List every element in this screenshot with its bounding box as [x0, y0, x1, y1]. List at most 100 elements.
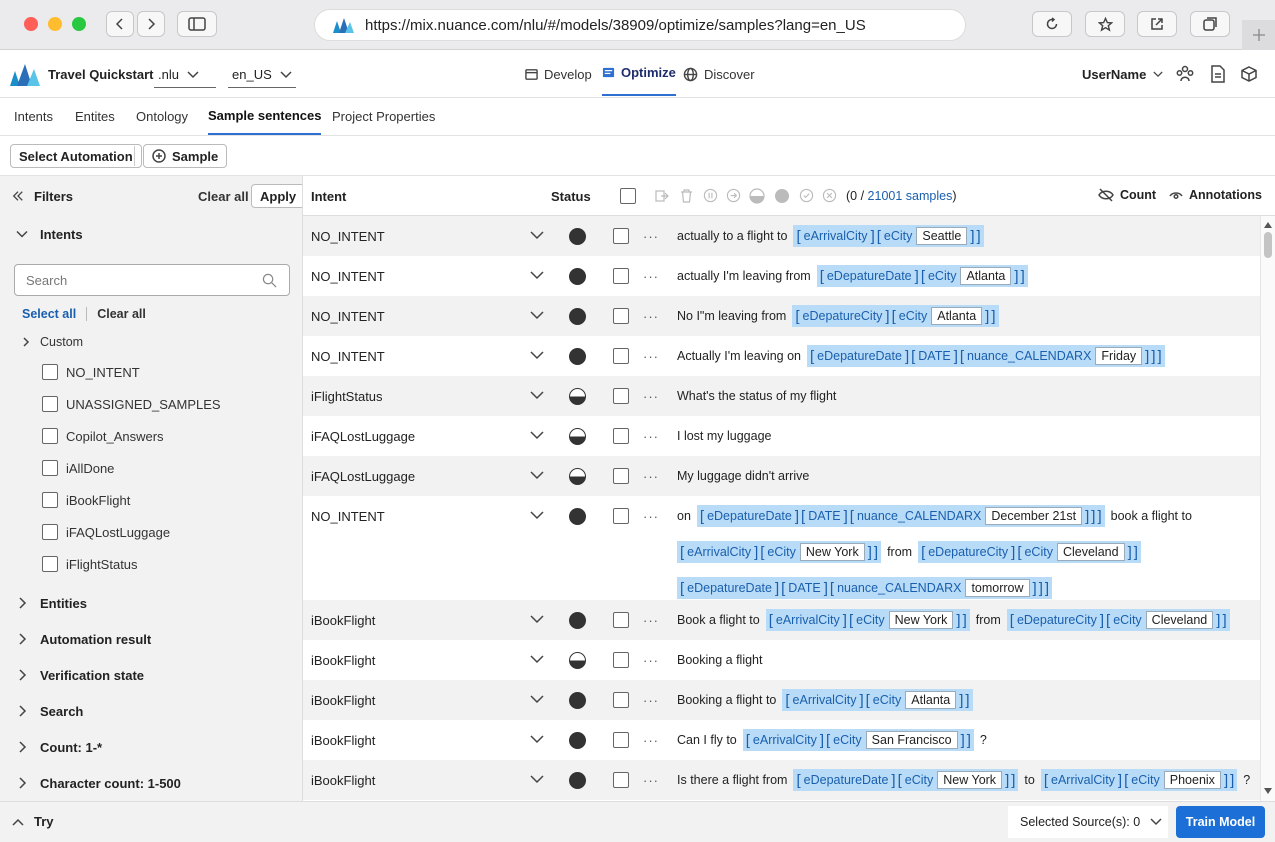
- table-row[interactable]: iBookFlight ··· Can I fly to[eArrivalCity]…: [303, 720, 1260, 760]
- filter-section-count[interactable]: Count: 1-*: [0, 729, 302, 765]
- selected-sources-select[interactable]: Selected Source(s): 0: [1008, 806, 1168, 838]
- intent-dropdown-toggle[interactable]: [530, 654, 544, 664]
- intent-dropdown-toggle[interactable]: [530, 430, 544, 440]
- row-menu-button[interactable]: ···: [643, 216, 659, 256]
- pause-circle-icon[interactable]: [703, 188, 718, 203]
- intent-option-unassigned-samples[interactable]: UNASSIGNED_SAMPLES: [42, 388, 221, 420]
- intent-option-copilot-answers[interactable]: Copilot_Answers: [42, 420, 164, 452]
- bookmark-button[interactable]: [1085, 11, 1125, 37]
- entity-annotation[interactable]: [eDepatureCity][eCity Cleveland]]: [918, 541, 1141, 563]
- intent-dropdown-toggle[interactable]: [530, 310, 544, 320]
- entity-annotation[interactable]: [eArrivalCity][eCity New York]]: [677, 541, 882, 563]
- entity-annotation[interactable]: [eArrivalCity][eCity New York]]: [765, 609, 970, 631]
- row-checkbox[interactable]: [613, 388, 629, 404]
- tabs-button[interactable]: [1190, 11, 1230, 37]
- entity-annotation[interactable]: [eDepatureDate][eCity New York]]: [793, 769, 1019, 791]
- reload-button[interactable]: [1032, 11, 1072, 37]
- intent-dropdown-toggle[interactable]: [530, 350, 544, 360]
- back-button[interactable]: [106, 11, 134, 37]
- row-menu-button[interactable]: ···: [643, 640, 659, 680]
- filter-section-search[interactable]: Search: [0, 693, 302, 729]
- intent-dropdown-toggle[interactable]: [530, 270, 544, 280]
- forward-button[interactable]: [137, 11, 165, 37]
- address-bar[interactable]: https://mix.nuance.com/nlu/#/models/3890…: [314, 9, 966, 41]
- row-checkbox[interactable]: [613, 228, 629, 244]
- entity-annotation[interactable]: [eDepatureDate][eCity Atlanta]]: [816, 265, 1028, 287]
- row-checkbox[interactable]: [613, 348, 629, 364]
- entity-annotation[interactable]: [eDepatureCity][eCity Cleveland]]: [1006, 609, 1230, 631]
- filter-section-entities[interactable]: Entities: [0, 585, 302, 621]
- scrollbar-thumb[interactable]: [1264, 232, 1272, 258]
- tab-ontology[interactable]: Ontology: [136, 98, 188, 135]
- minimize-window-button[interactable]: [48, 17, 62, 31]
- row-checkbox[interactable]: [613, 732, 629, 748]
- row-intent[interactable]: iFlightStatus: [311, 376, 383, 416]
- row-checkbox[interactable]: [613, 428, 629, 444]
- tab-sample-sentences[interactable]: Sample sentences: [208, 98, 322, 135]
- language-select[interactable]: en_US: [228, 62, 296, 88]
- row-intent[interactable]: iBookFlight: [311, 760, 375, 800]
- row-menu-button[interactable]: ···: [643, 376, 659, 416]
- entity-annotation[interactable]: [eArrivalCity][eCity Atlanta]]: [782, 689, 973, 711]
- entity-annotation[interactable]: [eDepatureDate][DATE][nuance_CALENDARX to…: [677, 577, 1053, 599]
- row-menu-button[interactable]: ···: [643, 680, 659, 720]
- clear-all-filters-button[interactable]: Clear all: [198, 189, 249, 204]
- row-menu-button[interactable]: ···: [643, 600, 659, 640]
- filter-section-intents[interactable]: Intents: [0, 216, 302, 252]
- intent-option-ibook-flight[interactable]: iBookFlight: [42, 484, 130, 516]
- row-checkbox[interactable]: [613, 692, 629, 708]
- intent-dropdown-toggle[interactable]: [530, 230, 544, 240]
- row-intent[interactable]: NO_INTENT: [311, 296, 385, 336]
- entity-annotation[interactable]: [eArrivalCity][eCity Phoenix]]: [1040, 769, 1238, 791]
- custom-group-toggle[interactable]: Custom: [22, 332, 83, 352]
- share-button[interactable]: [1137, 11, 1177, 37]
- row-checkbox[interactable]: [613, 612, 629, 628]
- intent-option-iall-done[interactable]: iAllDone: [42, 452, 114, 484]
- row-menu-button[interactable]: ···: [643, 416, 659, 456]
- x-circle-icon[interactable]: [822, 188, 837, 203]
- intent-dropdown-toggle[interactable]: [530, 734, 544, 744]
- entity-annotation[interactable]: [eDepatureDate][DATE][nuance_CALENDARX Fr…: [806, 345, 1165, 367]
- sidebar-toggle-button[interactable]: [177, 11, 217, 37]
- intent-dropdown-toggle[interactable]: [530, 470, 544, 480]
- row-checkbox[interactable]: [613, 772, 629, 788]
- table-row[interactable]: iFAQLostLuggage ··· I lost my luggage: [303, 416, 1260, 456]
- table-row[interactable]: NO_INTENT ··· No I"m leaving from[eDepatur…: [303, 296, 1260, 336]
- row-menu-button[interactable]: ···: [643, 720, 659, 760]
- nav-develop[interactable]: Develop: [525, 50, 592, 98]
- maximize-window-button[interactable]: [72, 17, 86, 31]
- team-icon[interactable]: [1175, 64, 1195, 84]
- table-row[interactable]: NO_INTENT ··· actually to a flight to[eArr…: [303, 216, 1260, 256]
- arrow-circle-icon[interactable]: [726, 188, 741, 203]
- scroll-up-icon[interactable]: [1264, 222, 1272, 228]
- checkbox[interactable]: [42, 556, 58, 572]
- checkbox[interactable]: [42, 428, 58, 444]
- row-intent[interactable]: NO_INTENT: [311, 496, 385, 536]
- table-row[interactable]: iFlightStatus ··· What's the status of my …: [303, 376, 1260, 416]
- check-circle-icon[interactable]: [799, 188, 814, 203]
- train-model-button[interactable]: Train Model: [1176, 806, 1265, 838]
- tab-intents[interactable]: Intents: [14, 98, 53, 135]
- table-row[interactable]: iFAQLostLuggage ··· My luggage didn't arri…: [303, 456, 1260, 496]
- entity-annotation[interactable]: [eDepatureDate][DATE][nuance_CALENDARX De…: [696, 505, 1105, 527]
- row-checkbox[interactable]: [613, 308, 629, 324]
- select-all-checkbox[interactable]: [620, 188, 636, 204]
- annotations-toggle[interactable]: Annotations: [1169, 188, 1262, 202]
- row-intent[interactable]: iBookFlight: [311, 640, 375, 680]
- filter-section-automation-result[interactable]: Automation result: [0, 621, 302, 657]
- vertical-scrollbar[interactable]: [1260, 216, 1275, 801]
- select-all-intents-link[interactable]: Select all: [22, 307, 76, 321]
- row-intent[interactable]: iBookFlight: [311, 680, 375, 720]
- row-menu-button[interactable]: ···: [643, 256, 659, 296]
- row-menu-button[interactable]: ···: [643, 336, 659, 376]
- add-sample-button[interactable]: Sample: [143, 144, 228, 168]
- filter-section-character-count[interactable]: Character count: 1-500: [0, 765, 302, 801]
- row-intent[interactable]: NO_INTENT: [311, 216, 385, 256]
- row-menu-button[interactable]: ···: [643, 296, 659, 336]
- move-icon[interactable]: [655, 189, 669, 203]
- try-panel-toggle[interactable]: Try: [12, 814, 54, 829]
- tab-entities[interactable]: Entites: [75, 98, 115, 135]
- full-circle-icon[interactable]: [774, 188, 790, 204]
- intent-dropdown-toggle[interactable]: [530, 614, 544, 624]
- trash-icon[interactable]: [680, 189, 693, 203]
